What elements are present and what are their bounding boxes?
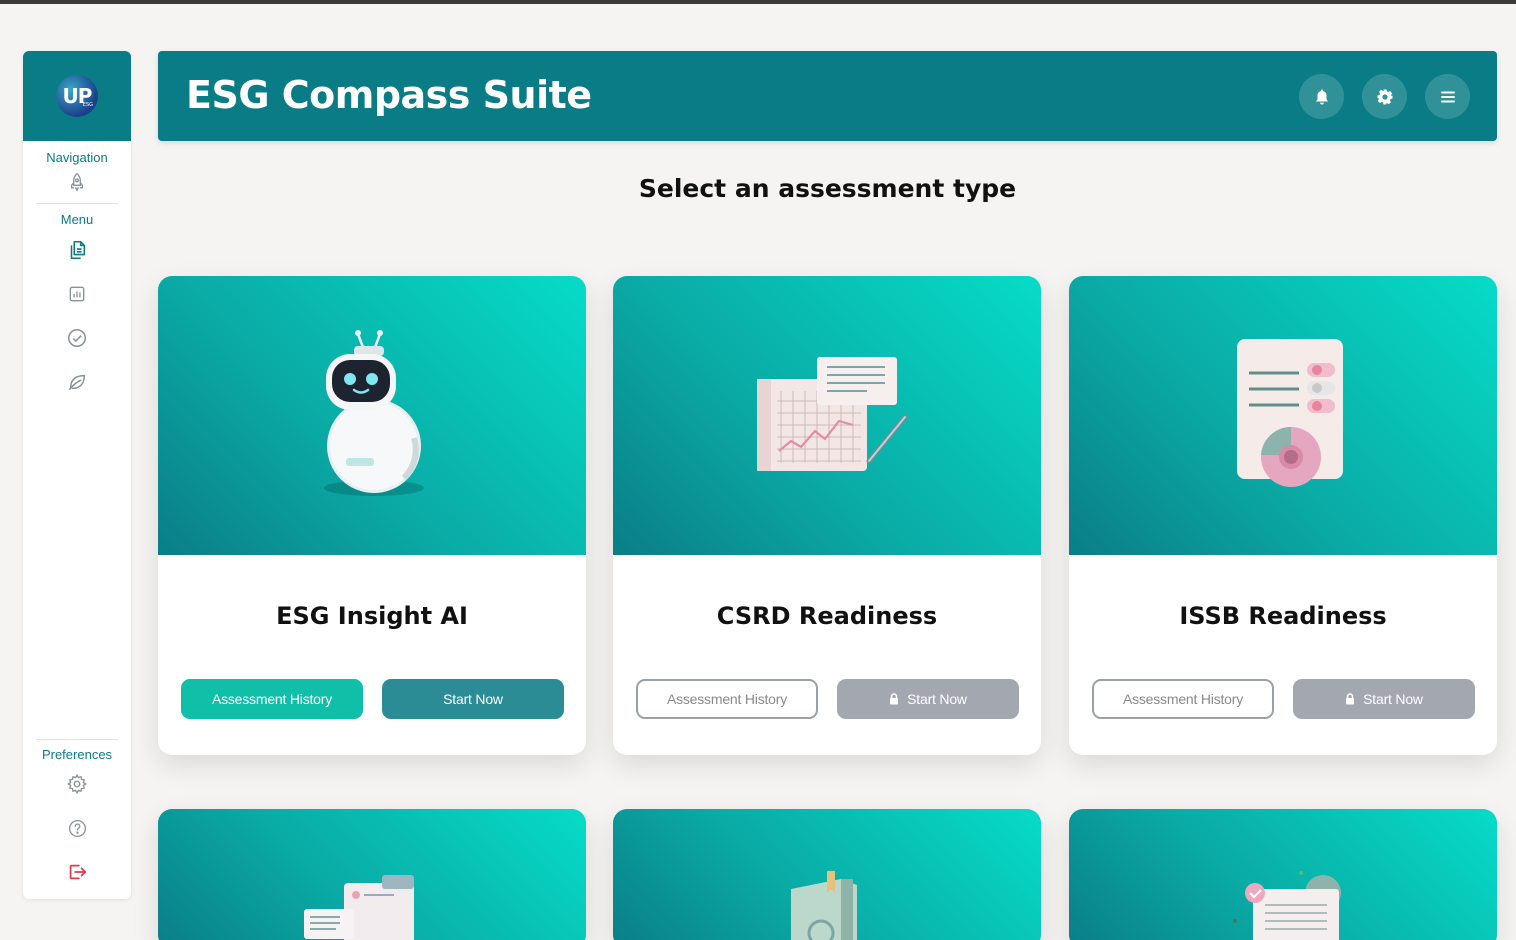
sidebar-preferences-group: Preferences <box>23 739 131 894</box>
card-illustration <box>613 809 1041 940</box>
rocket-icon <box>70 173 84 191</box>
button-label: Start Now <box>1363 691 1423 707</box>
documents-icon <box>70 240 86 260</box>
assessment-history-button[interactable]: Assessment History <box>636 679 818 719</box>
start-now-button[interactable]: Start Now <box>382 679 564 719</box>
card-illustration <box>613 276 1041 555</box>
chart-document-icon <box>757 356 908 471</box>
app-header: ESG Compass Suite <box>158 51 1497 141</box>
card-illustration <box>158 809 586 940</box>
sidebar-item-help[interactable] <box>23 806 131 850</box>
assessment-card-csrd-readiness: CSRD Readiness Assessment History Start … <box>613 276 1041 755</box>
settings-button[interactable] <box>1362 74 1407 119</box>
page-title: Select an assessment type <box>638 174 1017 203</box>
card-illustration <box>158 276 586 555</box>
sidebar-item-home[interactable] <box>23 165 131 199</box>
assessment-history-button[interactable]: Assessment History <box>1092 679 1274 719</box>
robot-icon <box>324 329 424 496</box>
help-icon <box>68 819 86 837</box>
start-now-button[interactable]: Start Now <box>837 679 1019 719</box>
sidebar-section-preferences: Preferences <box>41 747 113 762</box>
leaf-icon <box>68 374 86 391</box>
checked-document-icon <box>1233 871 1341 940</box>
button-label: Assessment History <box>1122 691 1244 707</box>
sidebar-item-settings[interactable] <box>23 762 131 806</box>
lock-icon <box>1346 693 1355 705</box>
card-title: CSRD Readiness <box>716 602 938 630</box>
card-title: ISSB Readiness <box>1179 602 1387 630</box>
button-label: Start Now <box>907 691 967 707</box>
sidebar-logo-area: UP ESG <box>23 51 131 141</box>
gear-icon <box>1377 89 1392 104</box>
gear-icon <box>66 774 87 795</box>
logo-subtext: ESG <box>82 102 93 108</box>
main-menu-button[interactable] <box>1425 74 1470 119</box>
sidebar-item-tasks[interactable] <box>23 316 131 360</box>
button-label: Start Now <box>443 691 503 707</box>
sidebar-item-logout[interactable] <box>23 850 131 894</box>
chat-dialog-icon <box>304 875 414 940</box>
start-now-button[interactable]: Start Now <box>1293 679 1475 719</box>
bell-icon <box>1315 89 1328 104</box>
sidebar: UP ESG Navigation Menu Preferences <box>23 51 131 899</box>
assessment-card-issb-readiness: ISSB Readiness Assessment History Start … <box>1069 276 1497 755</box>
app-logo[interactable]: UP ESG <box>56 75 98 117</box>
sidebar-section-navigation: Navigation <box>46 150 108 165</box>
card-title: ESG Insight AI <box>276 602 468 630</box>
sidebar-divider <box>36 203 118 204</box>
assessment-card <box>613 809 1041 940</box>
sidebar-divider <box>36 739 118 740</box>
sidebar-item-assessments[interactable] <box>23 228 131 272</box>
sidebar-item-sustainability[interactable] <box>23 360 131 404</box>
hamburger-menu-icon <box>1440 91 1455 102</box>
assessment-card <box>1069 809 1497 940</box>
notebook-icon <box>791 871 857 940</box>
notifications-button[interactable] <box>1299 74 1344 119</box>
assessment-card-esg-insight-ai: ESG Insight AI Assessment History Start … <box>158 276 586 755</box>
report-pie-icon <box>1237 338 1343 487</box>
app-title: ESG Compass Suite <box>186 73 592 117</box>
chart-icon <box>69 286 85 302</box>
sidebar-section-menu: Menu <box>60 212 94 227</box>
check-circle-icon <box>67 328 87 348</box>
lock-icon <box>890 693 899 705</box>
window-top-border <box>0 0 1516 4</box>
sidebar-item-reports[interactable] <box>23 272 131 316</box>
assessment-history-button[interactable]: Assessment History <box>181 679 363 719</box>
card-illustration <box>1069 276 1497 555</box>
logout-icon <box>69 864 87 880</box>
button-label: Assessment History <box>666 691 788 707</box>
button-label: Assessment History <box>211 691 333 707</box>
assessment-card <box>158 809 586 940</box>
card-illustration <box>1069 809 1497 940</box>
